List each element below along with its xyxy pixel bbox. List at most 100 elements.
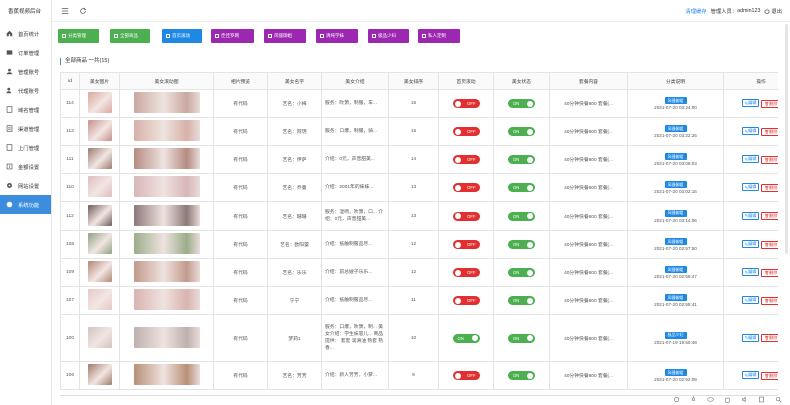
power-icon[interactable] [764,8,770,14]
status-toggle[interactable]: ON [508,155,535,164]
home-scroll-toggle[interactable]: OFF [452,99,480,108]
edit-button[interactable]: ✎ 编辑 [741,268,760,277]
menu-toggle-icon[interactable] [60,6,70,16]
row-id: 114 [66,101,74,106]
edit-button[interactable]: ✎ 编辑 [741,183,760,192]
horizontal-scrollbar[interactable] [60,395,778,396]
delete-button[interactable]: 🗑 删除 [761,127,778,136]
filter-button-5[interactable]: 清纯学妹 [316,29,358,43]
delete-button[interactable]: 🗑 删除 [761,268,778,277]
delete-button[interactable]: 🗑 删除 [761,296,778,305]
cell-package: 40分钟快餐800 套餐[... [549,314,628,362]
delete-button[interactable]: 🗑 删除 [761,155,778,164]
product-count-title: 全部商品 一共(15) [60,58,109,65]
photo-thumbnail[interactable] [87,364,112,385]
photo-thumbnail[interactable] [87,289,112,310]
filter-button-2[interactable]: 首页滚动 [162,29,202,43]
filter-button-4[interactable]: 风骚御姐 [264,29,306,43]
category-badge: 风骚御姐 [664,238,687,245]
cell-name: 艺名：阿玥 [267,117,322,146]
scroll-image[interactable] [133,261,200,282]
home-scroll-toggle[interactable]: OFF [452,240,480,249]
sidebar-item-3[interactable]: 代理账号 [0,81,51,100]
sidebar-item-9[interactable]: 系统功能 [0,195,51,214]
status-toggle[interactable]: ON [508,296,535,305]
filter-button-0[interactable]: 分类管理 [58,29,99,43]
category-badge: 极品少妇 [664,331,687,339]
scroll-image[interactable] [133,92,200,113]
list-icon [422,34,426,38]
home-scroll-toggle[interactable]: ON [452,333,480,343]
delete-button[interactable]: 🗑 删除 [761,99,778,108]
status-toggle[interactable]: ON [508,127,535,136]
scroll-image[interactable] [133,289,200,310]
sidebar-item-8[interactable]: 网站设置 [0,176,51,195]
filter-button-3[interactable]: 佳佳罗网 [211,29,254,43]
sidebar-item-4[interactable]: 域名管理 [0,100,51,119]
sidebar-item-7[interactable]: 金额设置 [0,157,51,176]
status-toggle[interactable]: ON [508,268,535,277]
edit-button[interactable]: ✎ 编辑 [741,211,760,220]
status-toggle[interactable]: ON [508,240,535,249]
status-toggle[interactable]: ON [508,333,535,343]
refresh-icon[interactable] [78,6,88,16]
edit-button[interactable]: ✎ 编辑 [741,240,760,249]
sidebar-item-1[interactable]: 订单管理 [0,43,51,62]
scroll-image[interactable] [133,233,200,254]
settings-icon[interactable] [673,396,680,403]
sidebar-item-6[interactable]: 上门管理 [0,138,51,157]
delete-button[interactable]: 🗑 删除 [761,240,778,249]
photo-thumbnail[interactable] [87,92,112,113]
filter-button-1[interactable]: 全部商品 [110,29,150,43]
edit-button[interactable]: ✎ 编辑 [741,333,760,342]
home-scroll-toggle[interactable]: OFF [452,211,480,221]
status-toggle[interactable]: ON [508,183,535,192]
filter-button-6[interactable]: 极品少妇 [368,29,409,43]
scroll-image[interactable] [133,326,200,348]
filter-button-7[interactable]: 私人定制 [418,29,460,43]
vertical-scrollbar[interactable] [785,24,788,254]
home-scroll-toggle[interactable]: OFF [452,296,480,305]
status-toggle[interactable]: ON [508,99,535,108]
home-scroll-toggle[interactable]: OFF [452,127,480,136]
status-toggle[interactable]: ON [508,211,535,221]
photo-thumbnail[interactable] [87,176,112,197]
edit-button[interactable]: ✎ 编辑 [741,155,760,164]
delete-button[interactable]: 🗑 删除 [761,212,778,221]
photo-thumbnail[interactable] [87,233,112,254]
photo-thumbnail[interactable] [87,120,112,141]
scroll-image[interactable] [133,148,200,169]
edit-button[interactable]: ✎ 编辑 [741,371,760,380]
photo-thumbnail[interactable] [87,261,112,282]
home-scroll-toggle[interactable]: OFF [452,183,480,192]
scroll-image[interactable] [133,364,200,385]
scroll-image[interactable] [133,120,200,141]
volume-icon[interactable] [741,396,748,403]
eye-icon[interactable] [707,396,714,403]
delete-button[interactable]: 🗑 删除 [761,371,778,380]
trash-icon[interactable] [724,396,731,403]
sidebar-item-5[interactable]: 渠道管理 [0,119,51,138]
scroll-image[interactable] [133,176,200,197]
photo-thumbnail[interactable] [87,326,112,348]
scroll-image[interactable] [133,204,200,226]
edit-button[interactable]: ✎ 编辑 [741,99,760,108]
rocket-icon[interactable] [690,395,697,403]
row-actions: ✎ 编辑 🗑 删除 [725,211,778,221]
home-scroll-toggle[interactable]: OFF [452,155,480,164]
page-icon[interactable] [758,396,765,403]
clear-cache-link[interactable]: 清理缓存 [685,7,706,15]
photo-thumbnail[interactable] [87,204,112,226]
edit-button[interactable]: ✎ 编辑 [741,127,760,136]
photo-thumbnail[interactable] [87,148,112,169]
delete-button[interactable]: 🗑 删除 [761,183,778,192]
search-icon[interactable] [775,396,782,403]
sidebar-item-2[interactable]: 管理账号 [0,62,51,81]
edit-button[interactable]: ✎ 编辑 [741,296,760,305]
delete-button[interactable]: 🗑 删除 [761,334,778,343]
logout-link[interactable]: 退出 [771,7,782,15]
status-toggle[interactable]: ON [508,371,535,380]
home-scroll-toggle[interactable]: OFF [452,268,480,277]
home-scroll-toggle[interactable]: OFF [452,371,480,380]
sidebar-item-0[interactable]: 首页统计 [0,24,51,43]
